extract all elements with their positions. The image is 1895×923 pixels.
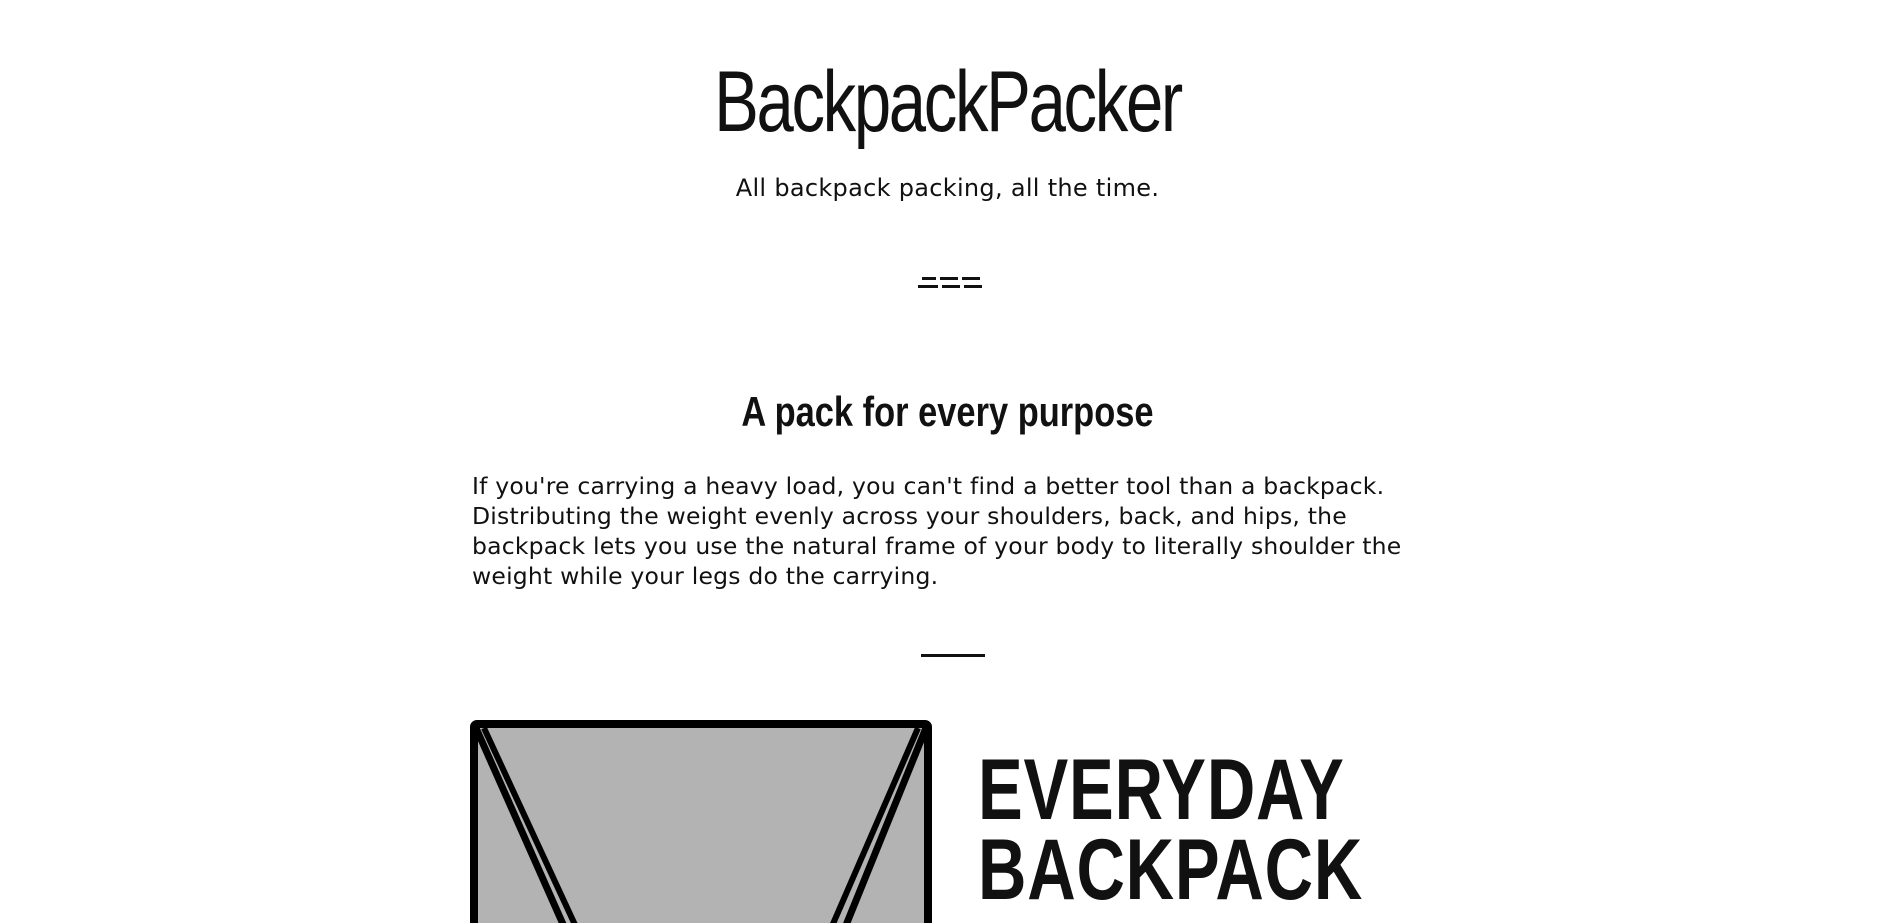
product-name: EVERYDAY BACKPACK (978, 747, 1363, 913)
section-title: A pack for every purpose (741, 388, 1154, 435)
intro-paragraph: If you're carrying a heavy load, you can… (472, 472, 1402, 590)
ornament-divider (918, 275, 986, 295)
site-title: BackpackPacker (714, 54, 1183, 150)
site-tagline: All backpack packing, all the time. (735, 174, 1160, 202)
section-divider (921, 654, 985, 657)
product-name-line2: BACKPACK (978, 822, 1364, 918)
backpack-illustration-icon (470, 720, 932, 923)
